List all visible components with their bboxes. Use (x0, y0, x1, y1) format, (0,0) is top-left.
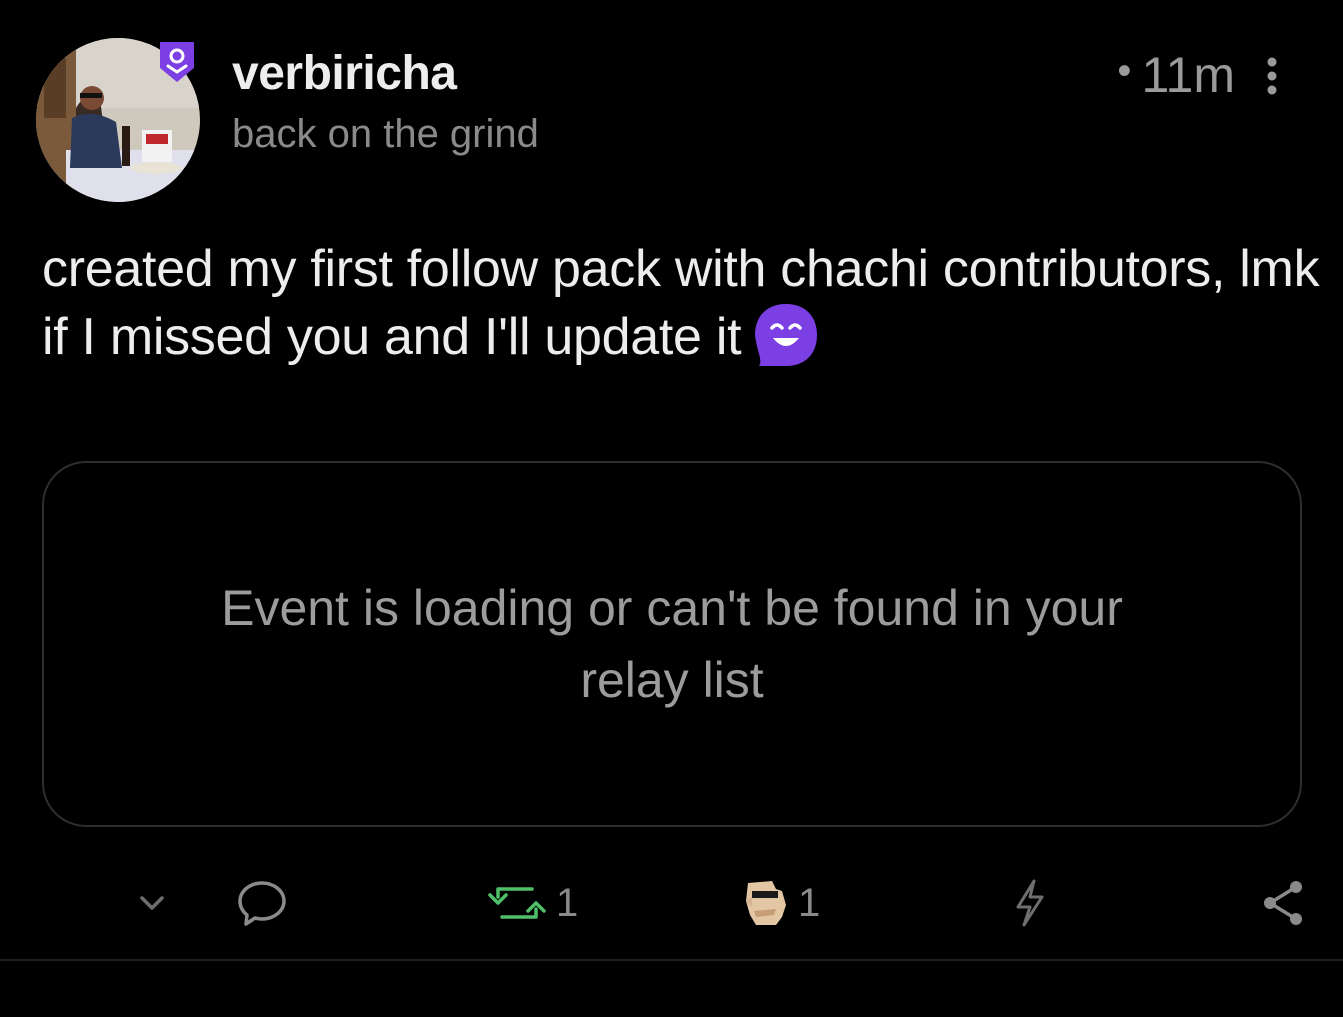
repost-button[interactable]: 1 (484, 860, 578, 946)
share-icon (1264, 881, 1302, 925)
more-options-icon[interactable] (1258, 56, 1286, 96)
repost-count: 1 (556, 880, 579, 925)
expand-button[interactable] (134, 860, 170, 946)
author-status: back on the grind (232, 112, 539, 156)
smiling-face-emoji (753, 302, 819, 368)
post-divider (0, 959, 1343, 961)
separator-dot: • (1117, 49, 1132, 93)
custom-reaction-emoji (746, 881, 786, 925)
share-button[interactable] (1258, 860, 1310, 946)
time-ago: 11m (1141, 47, 1235, 103)
reaction-count: 1 (798, 880, 821, 925)
embed-loading-message: Event is loading or can't be found in yo… (221, 580, 1123, 708)
author-username[interactable]: verbiricha (232, 46, 457, 101)
reply-bubble-icon (238, 881, 286, 926)
zap-button[interactable] (1010, 860, 1050, 946)
post-text: created my first follow pack with chachi… (42, 240, 1320, 366)
verified-badge-icon (156, 38, 198, 86)
repost-icon (488, 887, 546, 919)
zap-icon (1016, 879, 1044, 927)
chevron-down-icon (140, 896, 164, 910)
reaction-button[interactable]: 1 (742, 860, 820, 946)
quoted-event-embed[interactable]: Event is loading or can't be found in yo… (42, 461, 1302, 827)
post-timestamp: • 11m (1117, 46, 1235, 104)
post-content: created my first follow pack with chachi… (42, 236, 1322, 370)
note-card: verbiricha back on the grind • 11m create… (0, 0, 1343, 960)
author-avatar-group[interactable] (36, 38, 202, 204)
action-bar: 1 1 (0, 860, 1343, 946)
reply-button[interactable] (234, 860, 290, 946)
